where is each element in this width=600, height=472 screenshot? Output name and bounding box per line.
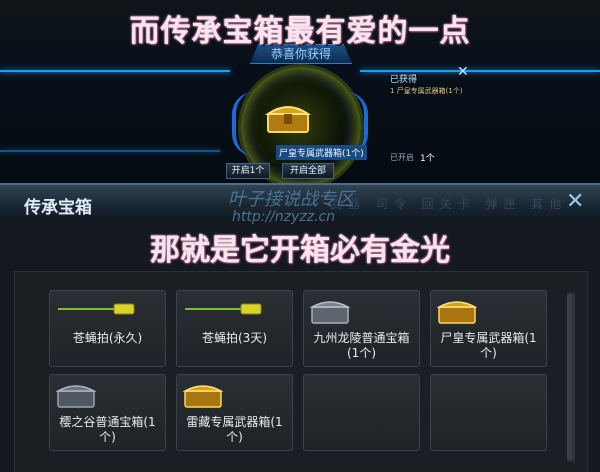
popup-close-icon[interactable]: ✕ xyxy=(457,64,469,80)
inventory-slot[interactable]: 樱之谷普通宝箱(1 个) xyxy=(49,374,166,451)
opened-count: 1个 xyxy=(420,154,435,164)
inventory-slot-empty[interactable] xyxy=(430,374,547,451)
silver-chest-icon xyxy=(56,385,96,408)
reward-item-label: 尸皇专属武器箱(1个) xyxy=(276,145,367,160)
opened-label: 已开启 xyxy=(390,153,414,162)
inventory-slot[interactable]: 尸皇专属武器箱(1 个) xyxy=(430,290,547,367)
gold-chest-icon xyxy=(183,385,223,408)
hud-line-left-lower xyxy=(0,150,220,152)
inheritance-chest-window: 传承宝箱 武器 司令 回关卡 弹匣 其他 叶子接说战专区 ✕ http://nz… xyxy=(0,183,600,472)
slot-label: 雷藏专属武器箱(1 个) xyxy=(186,415,283,444)
watermark-site-name: 叶子接说战专区 xyxy=(228,189,354,210)
obtained-row: 1 尸皇专属武器箱(1个) xyxy=(390,87,463,95)
obtained-title: 已获得 xyxy=(390,75,418,85)
silver-chest-icon xyxy=(310,301,350,324)
slot-label: 苍蝇拍(3天) xyxy=(202,331,267,345)
window-title: 传承宝箱 xyxy=(24,198,92,218)
slot-label: 九州龙陵普通宝箱 (1个) xyxy=(313,331,410,360)
hud-line-left xyxy=(0,70,230,72)
inventory-slot[interactable]: 苍蝇拍(3天) xyxy=(176,290,293,367)
reward-arc-left xyxy=(232,92,254,156)
bottom-caption: 那就是它开箱必有金光 xyxy=(150,233,450,268)
inventory-panel: 苍蝇拍(永久) 苍蝇拍(3天) 九州龙陵普通宝箱 (1个) 尸皇专属武器箱(1 … xyxy=(14,271,588,472)
window-close-icon[interactable]: ✕ xyxy=(566,189,584,214)
inventory-slot-empty[interactable] xyxy=(303,374,420,451)
background-tabs: 武器 司令 回关卡 弹匣 其他 xyxy=(330,197,568,211)
gold-chest-icon xyxy=(264,106,312,133)
slot-label: 樱之谷普通宝箱(1 个) xyxy=(59,415,156,444)
slot-label: 苍蝇拍(永久) xyxy=(72,331,143,345)
open-one-button[interactable]: 开启1个 xyxy=(226,163,270,179)
swatter-icon xyxy=(185,303,262,315)
slot-label: 尸皇专属武器箱(1 个) xyxy=(440,331,537,360)
watermark-url: http://nzyzz.cn xyxy=(232,209,336,225)
inventory-slot[interactable]: 雷藏专属武器箱(1 个) xyxy=(176,374,293,451)
swatter-icon xyxy=(58,303,135,315)
gold-chest-icon xyxy=(437,301,477,324)
open-all-button[interactable]: 开启全部 xyxy=(282,163,334,179)
inventory-slot[interactable]: 九州龙陵普通宝箱 (1个) xyxy=(303,290,420,367)
reward-popup-screenshot: 恭喜你获得 尸皇专属武器箱(1个) 开启1个 开启全部 已获得 1 尸皇专属武器… xyxy=(0,0,600,183)
top-caption: 而传承宝箱最有爱的一点 xyxy=(129,14,471,49)
scrollbar-thumb[interactable] xyxy=(567,294,575,460)
obtained-panel: 已获得 1 尸皇专属武器箱(1个) 已开启 1个 xyxy=(390,72,486,172)
inventory-slot[interactable]: 苍蝇拍(永久) xyxy=(49,290,166,367)
